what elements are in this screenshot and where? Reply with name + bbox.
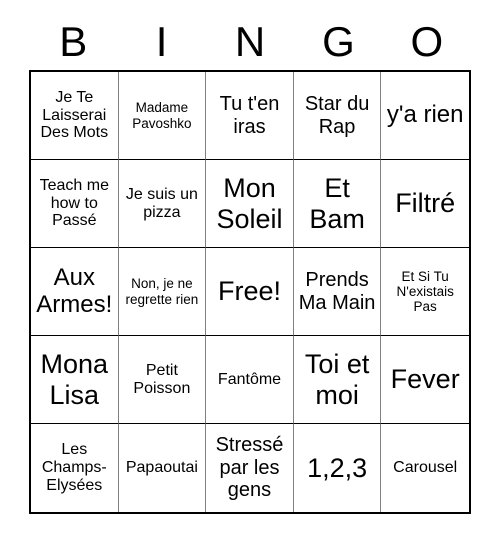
bingo-cell[interactable]: Prends Ma Main — [293, 248, 382, 336]
bingo-cell-label: Je suis un pizza — [125, 185, 198, 221]
bingo-cell[interactable]: Carousel — [381, 424, 469, 512]
bingo-cell[interactable]: Free! — [206, 248, 294, 336]
bingo-card: B I N G O Je Te Laisserai Des Mots Madam… — [0, 0, 500, 544]
bingo-cell-label: Prends Ma Main — [298, 269, 376, 314]
bingo-grid: Je Te Laisserai Des Mots Madame Pavoshko… — [29, 70, 471, 514]
bingo-cell[interactable]: Filtré — [381, 160, 469, 248]
bingo-cell-label: Toi et moi — [304, 349, 370, 410]
bingo-cell[interactable]: Toi et moi — [293, 336, 382, 424]
bingo-header-letter-b: B — [59, 18, 88, 65]
bingo-cell-label: Mon Soleil — [216, 173, 283, 234]
bingo-cell[interactable]: Je Te Laisserai Des Mots — [31, 72, 119, 160]
bingo-cell-label: Filtré — [395, 188, 456, 219]
bingo-cell-label: Star du Rap — [304, 93, 370, 138]
bingo-header-letter-n: N — [234, 18, 266, 65]
bingo-cell[interactable]: Papaoutai — [118, 424, 207, 512]
bingo-cell-label: Madame Pavoshko — [132, 100, 192, 131]
bingo-cell[interactable]: Star du Rap — [293, 72, 382, 160]
bingo-cell[interactable]: Mon Soleil — [206, 160, 294, 248]
bingo-cell[interactable]: Et Si Tu N'existais Pas — [381, 248, 469, 336]
bingo-cell-label: Les Champs-Elysées — [41, 441, 107, 494]
bingo-cell[interactable]: 1,2,3 — [293, 424, 382, 512]
bingo-cell[interactable]: Tu t'en iras — [206, 72, 294, 160]
bingo-cell-label: Et Si Tu N'existais Pas — [396, 268, 454, 315]
bingo-cell-label: Carousel — [393, 459, 458, 477]
bingo-header-letter-o: O — [410, 18, 444, 65]
bingo-header-letter-g: G — [322, 18, 355, 65]
bingo-cell-label: Papaoutai — [125, 459, 198, 477]
bingo-cell-label: Aux Armes! — [36, 263, 113, 318]
bingo-cell-label: Petit Poisson — [133, 361, 191, 397]
bingo-cell-label: Non, je ne regrette rien — [125, 276, 199, 307]
bingo-cell[interactable]: Teach me how to Passé — [31, 160, 119, 248]
bingo-header-row: B I N G O — [29, 14, 471, 70]
bingo-cell[interactable]: Stressé par les gens — [206, 424, 294, 512]
bingo-cell[interactable]: Petit Poisson — [118, 336, 207, 424]
bingo-cell-label: Et Bam — [309, 173, 365, 234]
bingo-cell[interactable]: Fantôme — [206, 336, 294, 424]
bingo-cell-label: Teach me how to Passé — [39, 176, 109, 230]
bingo-cell-label: Mona Lisa — [40, 349, 109, 410]
bingo-cell[interactable]: Les Champs-Elysées — [31, 424, 119, 512]
bingo-cell-label: 1,2,3 — [307, 452, 368, 483]
bingo-cell-label: Fever — [390, 364, 460, 395]
bingo-header-letter-i: I — [155, 18, 168, 65]
bingo-cell[interactable]: Madame Pavoshko — [118, 72, 207, 160]
bingo-cell-label: Stressé par les gens — [215, 434, 284, 502]
bingo-cell-label: Je Te Laisserai Des Mots — [40, 88, 109, 142]
bingo-cell-label: Tu t'en iras — [219, 93, 280, 138]
bingo-cell[interactable]: Je suis un pizza — [118, 160, 207, 248]
bingo-cell[interactable]: Fever — [381, 336, 469, 424]
bingo-cell-label: y'a rien — [386, 101, 464, 129]
bingo-cell[interactable]: Mona Lisa — [31, 336, 119, 424]
bingo-cell[interactable]: Et Bam — [293, 160, 382, 248]
bingo-cell[interactable]: y'a rien — [381, 72, 469, 160]
bingo-cell-label: Fantôme — [217, 370, 282, 388]
bingo-cell-label: Free! — [217, 276, 281, 307]
bingo-cell[interactable]: Non, je ne regrette rien — [118, 248, 207, 336]
bingo-cell[interactable]: Aux Armes! — [31, 248, 119, 336]
